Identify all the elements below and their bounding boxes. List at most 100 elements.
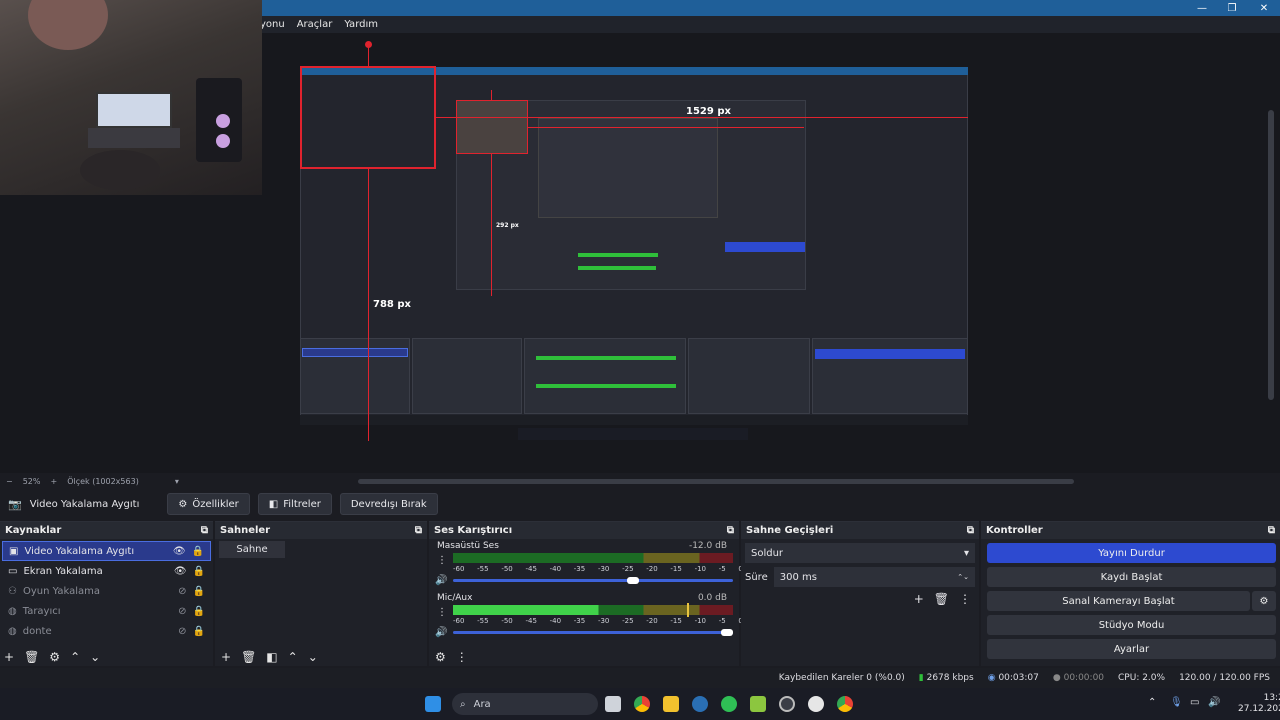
media-player-icon[interactable] bbox=[808, 696, 824, 712]
status-bar: Kaybedilen Kareler 0 (%0.0) ▮ 2678 kbps … bbox=[0, 668, 1280, 688]
mixer-track-mic: Mic/Aux 0.0 dB -60 -55 -50 -45 -40 -35 -30 -25-… bbox=[429, 591, 743, 643]
studio-mode-button[interactable]: Stüdyo Modu bbox=[987, 615, 1276, 635]
preview-horizontal-scrollbar[interactable] bbox=[358, 479, 1074, 484]
steam-icon[interactable] bbox=[692, 696, 708, 712]
monitor-icon: ▭ bbox=[8, 565, 18, 577]
start-virtual-camera-button[interactable]: Sanal Kamerayı Başlat bbox=[987, 591, 1250, 611]
track-menu-icon[interactable]: ⋮ bbox=[437, 555, 447, 566]
visibility-eye-icon[interactable]: 👁 bbox=[173, 546, 186, 557]
zoom-in-button[interactable]: + bbox=[50, 477, 57, 486]
source-item-video-capture[interactable]: ▣ Video Yakalama Aygıtı 👁 🔒 bbox=[2, 541, 211, 561]
add-icon[interactable]: + bbox=[914, 592, 924, 606]
hidden-eye-icon[interactable]: ⊘ bbox=[178, 626, 186, 637]
app-icon[interactable] bbox=[750, 696, 766, 712]
speaker-icon[interactable]: 🔊 bbox=[1208, 697, 1220, 708]
filters-button[interactable]: ◧ Filtreler bbox=[257, 493, 332, 515]
task-view-icon[interactable] bbox=[605, 696, 621, 712]
scale-dropdown-icon[interactable]: ▾ bbox=[175, 477, 179, 486]
properties-button[interactable]: ⚙ Özellikler bbox=[167, 493, 250, 515]
visibility-eye-icon[interactable]: 👁 bbox=[174, 566, 187, 577]
source-item-screen-capture[interactable]: ▭ Ekran Yakalama 👁 🔒 bbox=[2, 561, 211, 581]
network-icon[interactable]: ▭ bbox=[1190, 697, 1199, 708]
menu-item-view[interactable]: yonu bbox=[260, 19, 285, 30]
move-up-icon[interactable]: ⌃ bbox=[70, 650, 80, 664]
add-icon[interactable]: + bbox=[221, 650, 231, 664]
hidden-eye-icon[interactable]: ⊘ bbox=[178, 586, 186, 597]
stop-stream-button[interactable]: Yayını Durdur bbox=[987, 543, 1276, 563]
volume-slider[interactable] bbox=[453, 579, 733, 582]
scene-item[interactable]: Sahne bbox=[219, 541, 285, 558]
hidden-eye-icon[interactable]: ⊘ bbox=[178, 606, 186, 617]
whatsapp-icon[interactable] bbox=[721, 696, 737, 712]
start-icon[interactable] bbox=[425, 696, 441, 712]
transitions-toolbar: + 🗑 ⋮ bbox=[914, 592, 971, 606]
dock-menu-icon[interactable]: ⧉ bbox=[415, 525, 422, 536]
lock-icon[interactable]: 🔒 bbox=[193, 606, 205, 617]
stream-time: 00:03:07 bbox=[998, 673, 1039, 683]
chrome-icon[interactable] bbox=[634, 696, 650, 712]
lock-icon[interactable]: 🔒 bbox=[193, 626, 205, 637]
trash-icon[interactable]: 🗑 bbox=[24, 650, 39, 664]
menu-icon[interactable]: ⋮ bbox=[959, 592, 971, 606]
lock-icon[interactable]: 🔒 bbox=[192, 546, 204, 557]
menu-item-help[interactable]: Yardım bbox=[344, 19, 378, 30]
volume-slider-handle[interactable] bbox=[626, 577, 639, 584]
lock-icon[interactable]: 🔒 bbox=[193, 566, 205, 577]
file-explorer-icon[interactable] bbox=[663, 696, 679, 712]
start-recording-button[interactable]: Kaydı Başlat bbox=[987, 567, 1276, 587]
chevron-up-icon[interactable]: ⌃ bbox=[1148, 697, 1156, 708]
filter-icon[interactable]: ◧ bbox=[266, 650, 277, 664]
advanced-audio-icon[interactable]: ⚙ bbox=[435, 650, 446, 664]
dock-menu-icon[interactable]: ⧉ bbox=[201, 525, 208, 536]
taskbar-search[interactable]: ⌕ Ara bbox=[452, 693, 598, 715]
nested-selected-source bbox=[302, 348, 408, 357]
minimize-button[interactable]: — bbox=[1186, 0, 1218, 16]
speaker-icon[interactable]: 🔊 bbox=[435, 627, 447, 638]
lock-icon[interactable]: 🔒 bbox=[193, 586, 205, 597]
source-item-game-capture[interactable]: ⚇ Oyun Yakalama ⊘ 🔒 bbox=[2, 581, 211, 601]
move-down-icon[interactable]: ⌄ bbox=[90, 650, 100, 664]
clock[interactable]: 13:22 27.12.2025 bbox=[1238, 693, 1280, 715]
source-item-donte[interactable]: ◍ donte ⊘ 🔒 bbox=[2, 621, 211, 641]
rotation-handle[interactable] bbox=[365, 41, 372, 48]
nested-mixer-meter-1 bbox=[536, 356, 676, 360]
speaker-icon[interactable]: 🔊 bbox=[435, 575, 447, 586]
source-item-browser[interactable]: ◍ Tarayıcı ⊘ 🔒 bbox=[2, 601, 211, 621]
track-menu-icon[interactable]: ⋮ bbox=[437, 607, 447, 618]
disable-button[interactable]: Devredışı Bırak bbox=[339, 493, 438, 515]
trash-icon[interactable]: 🗑 bbox=[934, 592, 949, 606]
dock-menu-icon[interactable]: ⧉ bbox=[967, 525, 974, 536]
volume-slider-handle[interactable] bbox=[721, 629, 733, 636]
dock-menu-icon[interactable]: ⧉ bbox=[727, 525, 734, 536]
spin-arrows-icon[interactable]: ⌃⌄ bbox=[957, 573, 969, 581]
close-button[interactable]: ✕ bbox=[1248, 0, 1280, 16]
obs-icon[interactable] bbox=[779, 696, 795, 712]
scene-transitions-dock: Sahne Geçişleri ⧉ Soldur ▾ Süre 300 ms ⌃⌄… bbox=[741, 521, 979, 666]
sources-toolbar: + 🗑 ⚙ ⌃ ⌄ bbox=[4, 650, 100, 664]
virtual-camera-settings-icon[interactable]: ⚙ bbox=[1252, 591, 1276, 611]
filters-label: Filtreler bbox=[283, 498, 321, 510]
move-up-icon[interactable]: ⌃ bbox=[288, 650, 298, 664]
settings-button[interactable]: Ayarlar bbox=[987, 639, 1276, 659]
zoom-out-button[interactable]: − bbox=[6, 477, 13, 486]
stream-icon: ◉ bbox=[987, 673, 996, 683]
gear-icon[interactable]: ⚙ bbox=[49, 650, 60, 664]
chrome-profile-icon[interactable] bbox=[837, 696, 853, 712]
nested-meter-1 bbox=[578, 253, 658, 257]
restore-button[interactable]: ❐ bbox=[1216, 0, 1248, 16]
preview-vertical-scrollbar[interactable] bbox=[1268, 110, 1274, 400]
trash-icon[interactable]: 🗑 bbox=[241, 650, 256, 664]
move-down-icon[interactable]: ⌄ bbox=[308, 650, 318, 664]
menu-item-tools[interactable]: Araçlar bbox=[297, 19, 333, 30]
microphone-icon[interactable]: 🎙 bbox=[1170, 697, 1183, 708]
transition-select[interactable]: Soldur ▾ bbox=[745, 543, 975, 563]
height-label: 788 px bbox=[373, 299, 411, 310]
selection-box-webcam[interactable] bbox=[300, 66, 436, 169]
mixer-menu-icon[interactable]: ⋮ bbox=[456, 650, 468, 664]
dock-menu-icon[interactable]: ⧉ bbox=[1268, 525, 1275, 536]
volume-slider[interactable] bbox=[453, 631, 733, 634]
duration-spinbox[interactable]: 300 ms ⌃⌄ bbox=[773, 567, 975, 587]
globe-icon: ◍ bbox=[8, 605, 17, 617]
record-time: 00:00:00 bbox=[1063, 673, 1105, 683]
add-icon[interactable]: + bbox=[4, 650, 14, 664]
